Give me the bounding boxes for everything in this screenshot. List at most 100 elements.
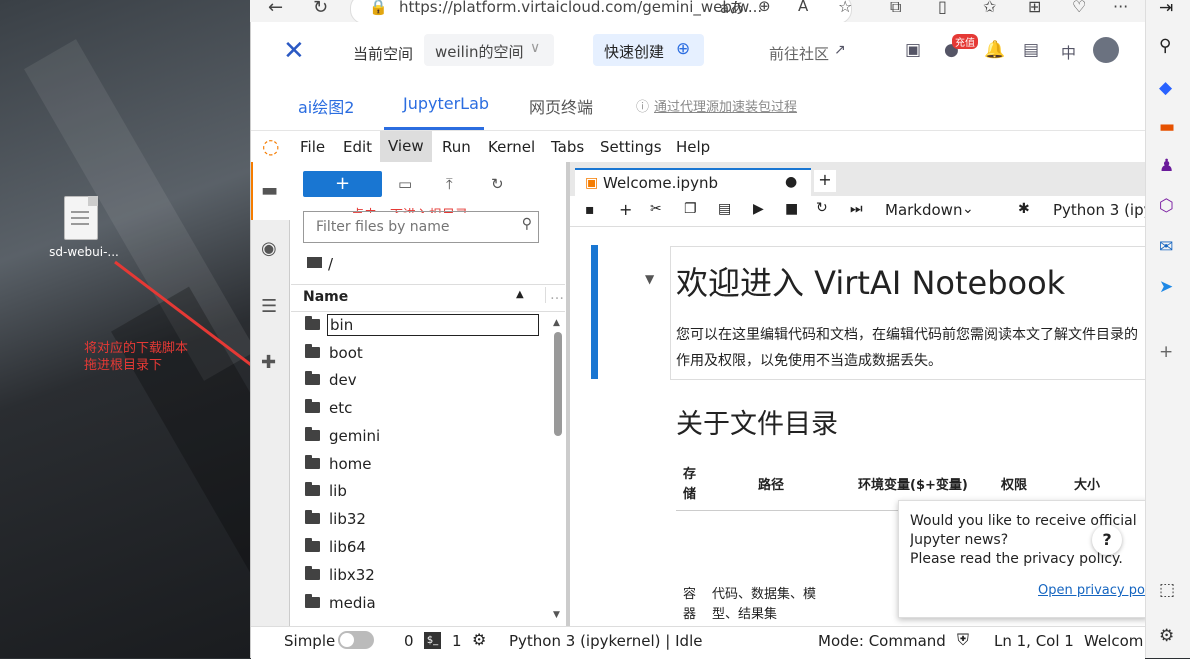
avatar[interactable] — [1093, 37, 1119, 63]
url-field[interactable]: 🔒 https://platform.virtaicloud.com/gemin… — [350, 0, 852, 24]
language-switch[interactable]: 中 — [1061, 42, 1076, 63]
new-launcher-button[interactable]: + — [303, 171, 382, 197]
save-icon[interactable]: ▪ — [585, 202, 595, 218]
tab-project[interactable]: ai绘图2 — [298, 94, 354, 118]
breadcrumb-folder-icon[interactable] — [307, 257, 322, 268]
cursor-position[interactable]: Ln 1, Col 1 — [994, 632, 1074, 650]
file-row-lib[interactable]: lib — [291, 478, 553, 506]
menu-edit[interactable]: Edit — [343, 138, 372, 156]
running-icon[interactable]: ◉ — [261, 238, 277, 259]
simple-mode-toggle[interactable] — [338, 631, 374, 649]
column-name[interactable]: Name — [303, 289, 348, 305]
proxy-link[interactable]: 通过代理源加速装包过程 — [654, 96, 797, 115]
run-icon[interactable]: ▶ — [753, 201, 764, 217]
add-icon[interactable]: + — [1159, 342, 1173, 362]
collections-icon[interactable]: ⊞ — [1028, 0, 1041, 16]
heading-collapse-icon[interactable]: ▼ — [645, 272, 654, 286]
scroll-down-icon[interactable]: ▼ — [553, 610, 560, 620]
column-more[interactable]: … — [545, 287, 564, 303]
space-selector[interactable]: weilin的空间 ∨ — [424, 34, 554, 66]
menu-settings[interactable]: Settings — [600, 138, 662, 156]
logo-icon[interactable]: ✕ — [283, 36, 305, 66]
menu-view[interactable]: View — [380, 131, 432, 162]
file-row-lib32[interactable]: lib32 — [291, 506, 553, 534]
file-row-media[interactable]: media — [291, 590, 553, 618]
file-row-lib64[interactable]: lib64 — [291, 534, 553, 562]
file-list-scrollbar[interactable]: ▲ ▼ — [553, 318, 563, 624]
shield-icon[interactable]: ⛨ — [957, 630, 969, 650]
search-icon[interactable]: ⚲ — [1159, 36, 1171, 56]
file-row-dev[interactable]: dev — [291, 367, 553, 395]
new-folder-icon[interactable]: ▭ — [398, 175, 412, 193]
scroll-up-icon[interactable]: ▲ — [553, 318, 560, 328]
new-tab-button[interactable]: + — [814, 170, 836, 192]
calendar-icon[interactable]: ▣ — [905, 40, 921, 60]
heart-icon[interactable]: ♡ — [1072, 0, 1086, 16]
cell-type-select[interactable]: Markdown — [885, 201, 962, 219]
games-icon[interactable]: ♟ — [1159, 156, 1174, 176]
tag-icon[interactable]: ◆ — [1159, 78, 1172, 98]
restart-icon[interactable]: ↻ — [816, 200, 828, 216]
scroll-thumb[interactable] — [554, 332, 562, 436]
cut-icon[interactable]: ✂ — [650, 201, 662, 217]
file-row-etc[interactable]: etc — [291, 395, 553, 423]
paste-icon[interactable]: ▤ — [718, 201, 731, 217]
back-icon[interactable]: ← — [268, 0, 283, 18]
menu-help[interactable]: Help — [676, 138, 710, 156]
menu-kernel[interactable]: Kernel — [488, 138, 535, 156]
file-row-boot[interactable]: boot — [291, 340, 553, 368]
tab-terminal[interactable]: 网页终端 — [529, 94, 593, 118]
file-list-header[interactable]: Name ▲ … — [291, 284, 565, 312]
favorites-bar-icon[interactable]: ✩ — [983, 0, 996, 16]
community-link[interactable]: 前往社区 — [769, 43, 829, 64]
filter-field[interactable]: ⚲ — [303, 211, 539, 243]
fast-forward-icon[interactable]: ⏭ — [850, 201, 863, 217]
tab-jupyterlab[interactable]: JupyterLab — [403, 94, 489, 113]
sidebar-toggle-icon[interactable]: ⇥ — [1159, 0, 1173, 18]
file-row-libx32[interactable]: libx32 — [291, 562, 553, 590]
copy-icon[interactable]: ❐ — [684, 201, 697, 217]
terminal-count[interactable]: 0 — [404, 632, 414, 650]
reload-icon[interactable]: ↻ — [313, 0, 328, 18]
help-icon[interactable]: ? — [1092, 525, 1122, 555]
unsaved-dot-icon[interactable]: ● — [785, 174, 797, 190]
menu-file[interactable]: File — [300, 138, 325, 156]
menu-run[interactable]: Run — [442, 138, 471, 156]
bell-icon[interactable]: 🔔 — [984, 40, 1005, 60]
toolbox-icon[interactable]: ▬ — [1159, 117, 1175, 137]
file-row-gemini[interactable]: gemini — [291, 423, 553, 451]
book-icon[interactable]: ▤ — [1023, 40, 1039, 60]
refresh-icon[interactable]: ↻ — [491, 175, 504, 193]
extensions-icon[interactable]: ⧉ — [890, 0, 901, 17]
kernel-name[interactable]: Python 3 (ipy — [1053, 201, 1153, 219]
file-row-bin[interactable]: bin — [291, 312, 553, 340]
send-icon[interactable]: ➤ — [1159, 277, 1173, 297]
upload-icon[interactable]: ⤒ — [446, 175, 453, 193]
kernel-status[interactable]: Python 3 (ipykernel) | Idle — [509, 632, 702, 650]
stop-icon[interactable]: ■ — [785, 201, 798, 217]
screenshot-icon[interactable]: ⬚ — [1159, 580, 1175, 600]
notebook-tab[interactable]: ▣ Welcome.ipynb ● — [575, 168, 811, 198]
split-icon[interactable]: ▯ — [938, 0, 947, 16]
office-icon[interactable]: ⬡ — [1159, 196, 1174, 216]
insert-cell-icon[interactable]: + — [619, 200, 632, 219]
notebook-heading: 欢迎进入 VirtAI Notebook — [676, 264, 1066, 302]
zoom-icon[interactable]: ⊕ — [758, 0, 771, 15]
font-icon[interactable]: A — [798, 0, 808, 15]
more-icon[interactable]: ··· — [1113, 0, 1128, 16]
filter-input[interactable] — [314, 213, 513, 241]
read-aloud-icon[interactable]: aあ — [720, 0, 744, 18]
favorite-icon[interactable]: ☆ — [838, 0, 852, 16]
kernel-count[interactable]: 1 — [452, 632, 462, 650]
menu-tabs[interactable]: Tabs — [551, 138, 584, 156]
folder-icon[interactable]: ▬ — [261, 180, 278, 201]
extension-icon[interactable]: ✚ — [261, 352, 276, 373]
file-row-home[interactable]: home — [291, 451, 553, 479]
settings-icon[interactable]: ⚙ — [1159, 626, 1174, 646]
cell-collapser[interactable] — [591, 245, 598, 379]
outlook-icon[interactable]: ✉ — [1159, 237, 1173, 257]
breadcrumb[interactable]: / — [328, 255, 333, 273]
toc-icon[interactable]: ☰ — [261, 296, 277, 317]
debug-icon[interactable]: ✱ — [1018, 201, 1030, 217]
quick-create-button[interactable]: 快速创建 ⊕ — [593, 34, 704, 66]
